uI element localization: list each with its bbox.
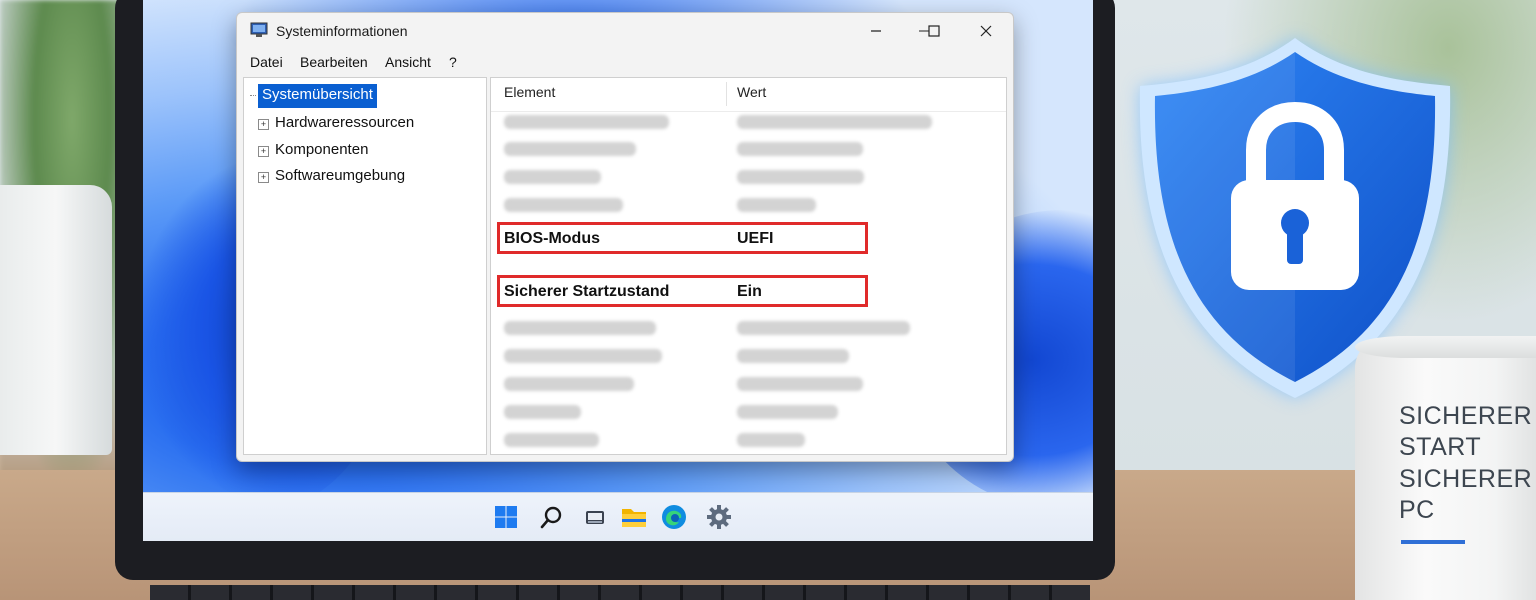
search-icon[interactable]	[539, 504, 565, 530]
blurred-row	[504, 433, 599, 447]
blurred-row	[504, 405, 581, 419]
system-info-app-icon	[250, 22, 268, 38]
blurred-row	[737, 142, 863, 156]
blurred-row	[737, 321, 910, 335]
blurred-row	[737, 405, 838, 419]
column-header-wert[interactable]: Wert	[737, 84, 766, 100]
taskbar	[143, 492, 1093, 541]
menu-bearbeiten[interactable]: Bearbeiten	[300, 54, 368, 70]
expand-icon[interactable]: +	[258, 119, 269, 130]
window-title: Systeminformationen	[276, 23, 408, 39]
tree-connector	[250, 95, 256, 97]
settings-gear-icon[interactable]	[706, 504, 732, 530]
blurred-row	[504, 321, 656, 335]
blurred-row	[504, 377, 634, 391]
details-list: Element Wert BIOS-Modus UEFI Sicherer St…	[490, 77, 1007, 455]
row-secure-boot-value: Ein	[737, 283, 762, 300]
mug-accent-line	[1401, 540, 1465, 544]
blurred-row	[737, 198, 816, 212]
background-plant-pot	[0, 185, 112, 455]
close-button[interactable]	[971, 19, 1001, 43]
blurred-row	[504, 349, 662, 363]
blurred-row	[504, 170, 601, 184]
mug-text-line: START	[1399, 433, 1482, 461]
maximize-button[interactable]	[919, 19, 949, 43]
tree-item-softwareumgebung[interactable]: Softwareumgebung	[275, 167, 405, 184]
column-separator[interactable]	[726, 82, 727, 106]
expand-icon[interactable]: +	[258, 146, 269, 157]
expand-icon[interactable]: +	[258, 172, 269, 183]
blurred-row	[504, 142, 636, 156]
blurred-row	[737, 377, 863, 391]
edge-browser-icon[interactable]	[661, 504, 687, 530]
menu-bar: Datei Bearbeiten Ansicht ?	[237, 51, 1013, 75]
blurred-row	[504, 115, 669, 129]
title-bar: Systeminformationen	[237, 13, 1013, 49]
mug-text-line: SICHERER	[1399, 465, 1533, 493]
blurred-row	[737, 349, 849, 363]
menu-help[interactable]: ?	[449, 54, 457, 70]
category-tree: Systemübersicht + Hardwareressourcen + K…	[243, 77, 487, 455]
minimize-button[interactable]	[861, 19, 891, 43]
tree-item-systemuebersicht[interactable]: Systemübersicht	[258, 84, 377, 108]
mug-text-line: SICHERER	[1399, 402, 1533, 430]
blurred-row	[737, 115, 932, 129]
row-secure-boot-element: Sicherer Startzustand	[504, 283, 670, 300]
tree-item-hardwareressourcen[interactable]: Hardwareressourcen	[275, 114, 414, 131]
system-information-window: Systeminformationen Datei Bearbeiten Ans…	[236, 12, 1014, 462]
blurred-row	[737, 170, 864, 184]
coffee-mug-rim	[1355, 336, 1536, 358]
row-bios-modus-value: UEFI	[737, 230, 774, 247]
header-divider	[491, 111, 1006, 112]
blurred-row	[504, 198, 623, 212]
row-bios-modus-element: BIOS-Modus	[504, 230, 600, 247]
menu-datei[interactable]: Datei	[250, 54, 283, 70]
mug-text-line: PC	[1399, 496, 1435, 524]
windows-start-icon[interactable]	[493, 504, 519, 530]
task-view-icon[interactable]	[582, 504, 608, 530]
menu-ansicht[interactable]: Ansicht	[385, 54, 431, 70]
column-header-element[interactable]: Element	[504, 84, 555, 100]
file-explorer-icon[interactable]	[621, 504, 647, 530]
laptop-keyboard	[150, 585, 1090, 600]
tree-item-komponenten[interactable]: Komponenten	[275, 141, 368, 158]
blurred-row	[737, 433, 805, 447]
